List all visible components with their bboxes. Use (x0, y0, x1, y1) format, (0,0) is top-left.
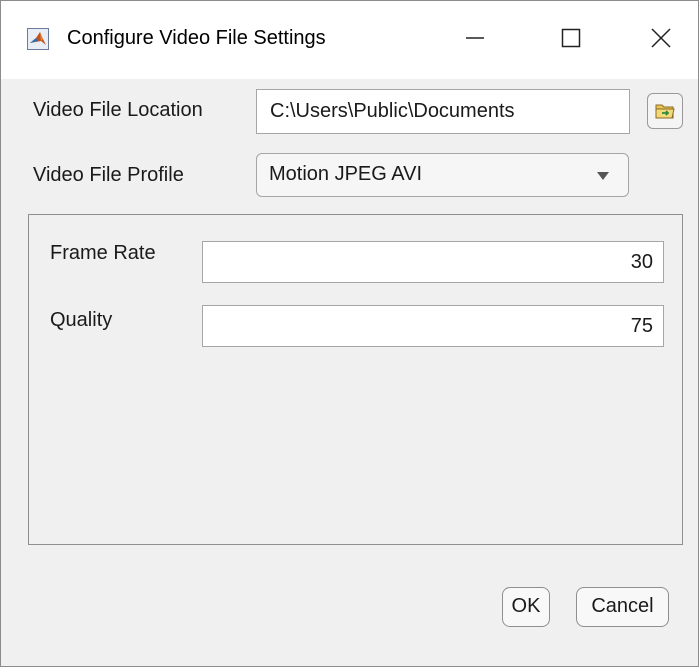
browse-folder-button[interactable] (647, 93, 683, 129)
quality-label: Quality (50, 309, 113, 331)
video-file-location-field[interactable]: C:\Users\Public\Documents (256, 89, 630, 134)
close-icon (651, 28, 671, 48)
quality-field[interactable]: 75 (202, 305, 664, 347)
video-file-profile-dropdown[interactable]: Motion JPEG AVI (256, 153, 629, 197)
matlab-icon (27, 28, 49, 50)
minimize-icon (466, 37, 484, 39)
ok-button[interactable]: OK (502, 587, 550, 627)
cancel-button[interactable]: Cancel (576, 587, 669, 627)
maximize-icon (561, 28, 581, 48)
video-file-location-label: Video File Location (33, 99, 203, 121)
folder-browse-icon (655, 104, 675, 119)
maximize-button[interactable] (541, 15, 601, 61)
video-file-profile-label: Video File Profile (33, 164, 184, 186)
close-button[interactable] (631, 15, 691, 61)
frame-rate-field[interactable]: 30 (202, 241, 664, 283)
dialog-window: Configure Video File Settings Video File… (0, 0, 699, 667)
window-title: Configure Video File Settings (67, 27, 326, 49)
frame-rate-label: Frame Rate (50, 242, 156, 264)
dropdown-arrow-icon (597, 172, 609, 180)
dropdown-selected-value: Motion JPEG AVI (269, 163, 423, 185)
title-bar[interactable]: Configure Video File Settings (1, 1, 698, 79)
profile-settings-panel: Frame Rate 30 Quality 75 (28, 214, 683, 545)
minimize-button[interactable] (445, 15, 505, 61)
